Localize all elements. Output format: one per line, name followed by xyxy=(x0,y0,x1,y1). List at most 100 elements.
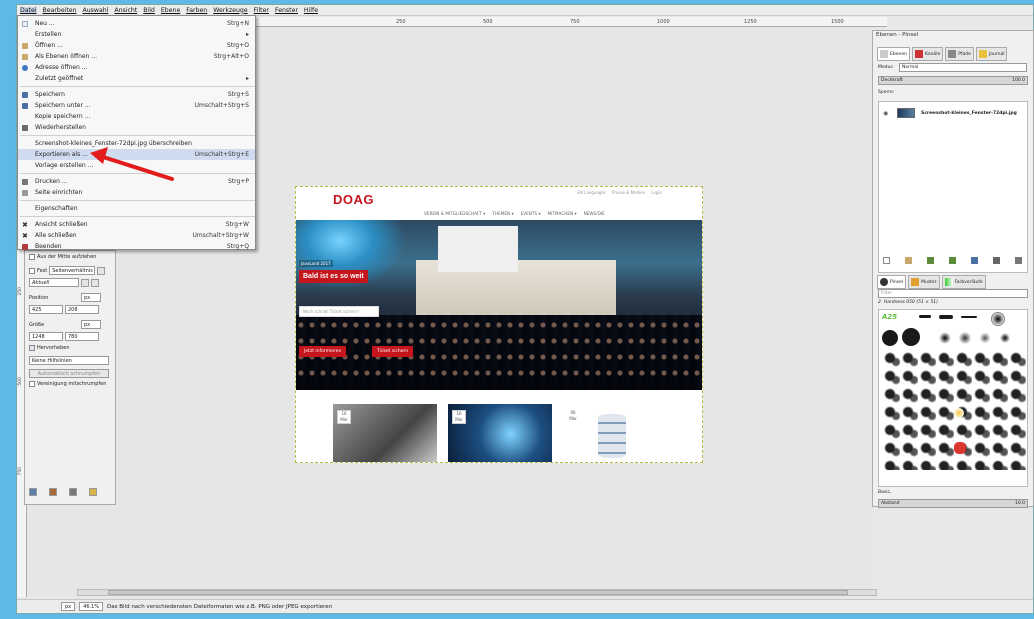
layers-list[interactable]: ◉ Screenshot-kleines_Fenster-72dpi.jpg xyxy=(878,101,1028,273)
menu-item-save-copy[interactable]: Kopie speichern ... xyxy=(18,111,255,122)
brush[interactable] xyxy=(961,316,977,318)
eye-icon[interactable]: ◉ xyxy=(883,110,891,117)
menu-bearbeiten[interactable]: Bearbeiten xyxy=(43,7,77,14)
lower-layer-icon[interactable] xyxy=(949,257,956,264)
menu-item-page-setup[interactable]: Seite einrichten xyxy=(18,187,255,198)
current-field[interactable]: Aktuell xyxy=(29,278,79,287)
brush[interactable] xyxy=(882,330,898,346)
from-center-checkbox[interactable] xyxy=(29,254,35,260)
menu-item-open-location[interactable]: Adresse öffnen ... xyxy=(18,62,255,73)
menu-item-new[interactable]: Neu ... Strg+N xyxy=(18,18,255,29)
position-y-field[interactable]: 208 xyxy=(65,305,99,314)
tab-gradients[interactable]: Farbverläufe xyxy=(941,275,986,289)
position-x-field[interactable]: 425 xyxy=(29,305,63,314)
brush[interactable] xyxy=(939,315,953,319)
menu-ebene[interactable]: Ebene xyxy=(161,7,180,14)
save-options-icon[interactable] xyxy=(29,488,37,496)
new-layer-icon[interactable] xyxy=(883,257,890,264)
card-date: 16 Mar xyxy=(452,410,466,424)
menu-filter[interactable]: Filter xyxy=(254,7,269,14)
duplicate-layer-icon[interactable] xyxy=(971,257,978,264)
menu-item-save-as[interactable]: Speichern unter ... Umschalt+Strg+S xyxy=(18,100,255,111)
opacity-slider[interactable]: Deckkraft 100.0 xyxy=(878,76,1028,85)
size-unit-select[interactable]: px xyxy=(81,320,101,329)
merge-checkbox[interactable] xyxy=(29,381,35,387)
landscape-icon[interactable] xyxy=(91,278,99,287)
menu-bild[interactable]: Bild xyxy=(143,7,155,14)
anchor-layer-icon[interactable] xyxy=(993,257,1000,264)
card-date: 16 Mar xyxy=(337,410,351,424)
brush[interactable] xyxy=(959,332,971,344)
autoshrink-button[interactable]: Automatisch schrumpfen xyxy=(29,369,109,378)
menu-item-quit[interactable]: Beenden Strg+Q xyxy=(18,241,255,252)
file-menu: Neu ... Strg+N Erstellen ▸ Öffnen ... Strg+… xyxy=(17,15,256,250)
brush[interactable] xyxy=(999,332,1011,344)
brush-filter[interactable]: Filter xyxy=(878,289,1028,298)
save-as-icon xyxy=(22,102,28,109)
highlight-checkbox[interactable] xyxy=(29,345,35,351)
menu-item-create[interactable]: Erstellen ▸ xyxy=(18,29,255,40)
layers-brushes-dock: Ebenen - Pinsel Ebenen Kanäle Pfade Jour… xyxy=(872,30,1034,508)
tab-brushes[interactable]: Pinsel xyxy=(877,275,907,289)
menu-ansicht[interactable]: Ansicht xyxy=(114,7,137,14)
image-canvas[interactable]: DOAG EN Languages Presse & Medien Login … xyxy=(295,186,703,463)
brush[interactable] xyxy=(919,315,931,318)
news-card: 16 Mar xyxy=(333,404,437,462)
size-h-field[interactable]: 780 xyxy=(65,332,99,341)
menu-item-save[interactable]: Speichern Strg+S xyxy=(18,89,255,100)
menu-datei[interactable]: Datei xyxy=(20,6,37,14)
menu-farben[interactable]: Farben xyxy=(186,7,207,14)
menu-werkzeuge[interactable]: Werkzeuge xyxy=(213,7,247,14)
scrollbar-thumb[interactable] xyxy=(108,590,848,595)
dock-title: Ebenen - Pinsel xyxy=(876,32,919,38)
brush[interactable] xyxy=(902,328,920,346)
tab-paths[interactable]: Pfade xyxy=(945,47,974,61)
fixed-checkbox[interactable] xyxy=(29,267,35,274)
portrait-icon[interactable] xyxy=(81,278,89,287)
close-all-icon: ✖ xyxy=(22,231,28,240)
tab-channels[interactable]: Kanäle xyxy=(911,47,944,61)
unit-select[interactable]: px xyxy=(61,602,76,611)
page-setup-icon xyxy=(22,189,28,196)
brush-selected[interactable] xyxy=(991,312,1005,326)
spacing-slider[interactable]: Abstand 10.0 xyxy=(878,499,1028,508)
tab-patterns[interactable]: Muster xyxy=(908,275,940,289)
menu-item-recent[interactable]: Zuletzt geöffnet ▸ xyxy=(18,73,255,84)
guides-select[interactable]: Keine Hilfslinien xyxy=(29,356,109,365)
brush[interactable] xyxy=(939,332,951,344)
position-unit-select[interactable]: px xyxy=(81,293,101,302)
ruler-tick: 250 xyxy=(396,19,406,25)
aspect-select[interactable]: Seitenverhältnis xyxy=(49,266,96,275)
zoom-select[interactable]: 46.1% xyxy=(79,602,104,611)
brush-pepper[interactable] xyxy=(954,442,966,454)
delete-layer-icon[interactable] xyxy=(1015,257,1022,264)
tab-journal[interactable]: Journal xyxy=(975,47,1008,61)
menu-item-close-view[interactable]: ✖ Ansicht schließen Strg+W xyxy=(18,219,255,230)
new-group-icon[interactable] xyxy=(905,257,912,264)
menu-item-close-all[interactable]: ✖ Alle schließen Umschalt+Strg+W xyxy=(18,230,255,241)
menu-item-open[interactable]: Öffnen ... Strg+O xyxy=(18,40,255,51)
brush-grid[interactable]: A25 xyxy=(878,309,1028,487)
menu-hilfe[interactable]: Hilfe xyxy=(304,7,318,14)
news-card: 06 Mar xyxy=(562,404,666,462)
restore-options-icon[interactable] xyxy=(49,488,57,496)
aspect-dropdown-icon[interactable] xyxy=(97,266,106,275)
menu-auswahl[interactable]: Auswahl xyxy=(83,7,109,14)
mode-select[interactable]: Normal xyxy=(899,63,1027,72)
horizontal-scrollbar[interactable] xyxy=(77,589,877,596)
menu-item-open-layers[interactable]: Als Ebenen öffnen ... Strg+Alt+O xyxy=(18,51,255,62)
tab-layers[interactable]: Ebenen xyxy=(877,47,910,61)
brush[interactable] xyxy=(954,408,964,418)
size-w-field[interactable]: 1248 xyxy=(29,332,63,341)
layer-row[interactable]: ◉ Screenshot-kleines_Fenster-72dpi.jpg xyxy=(879,106,1027,120)
delete-options-icon[interactable] xyxy=(69,488,77,496)
menu-fenster[interactable]: Fenster xyxy=(275,7,298,14)
brush[interactable] xyxy=(979,332,991,344)
menu-item-revert[interactable]: Wiederherstellen xyxy=(18,122,255,133)
paths-icon xyxy=(948,50,957,58)
raise-layer-icon[interactable] xyxy=(927,257,934,264)
reset-options-icon[interactable] xyxy=(89,488,97,496)
toplink: Login xyxy=(651,190,662,195)
status-message: Das Bild nach verschiedensten Dateiforma… xyxy=(107,603,333,610)
menu-item-properties[interactable]: Eigenschaften xyxy=(18,203,255,214)
